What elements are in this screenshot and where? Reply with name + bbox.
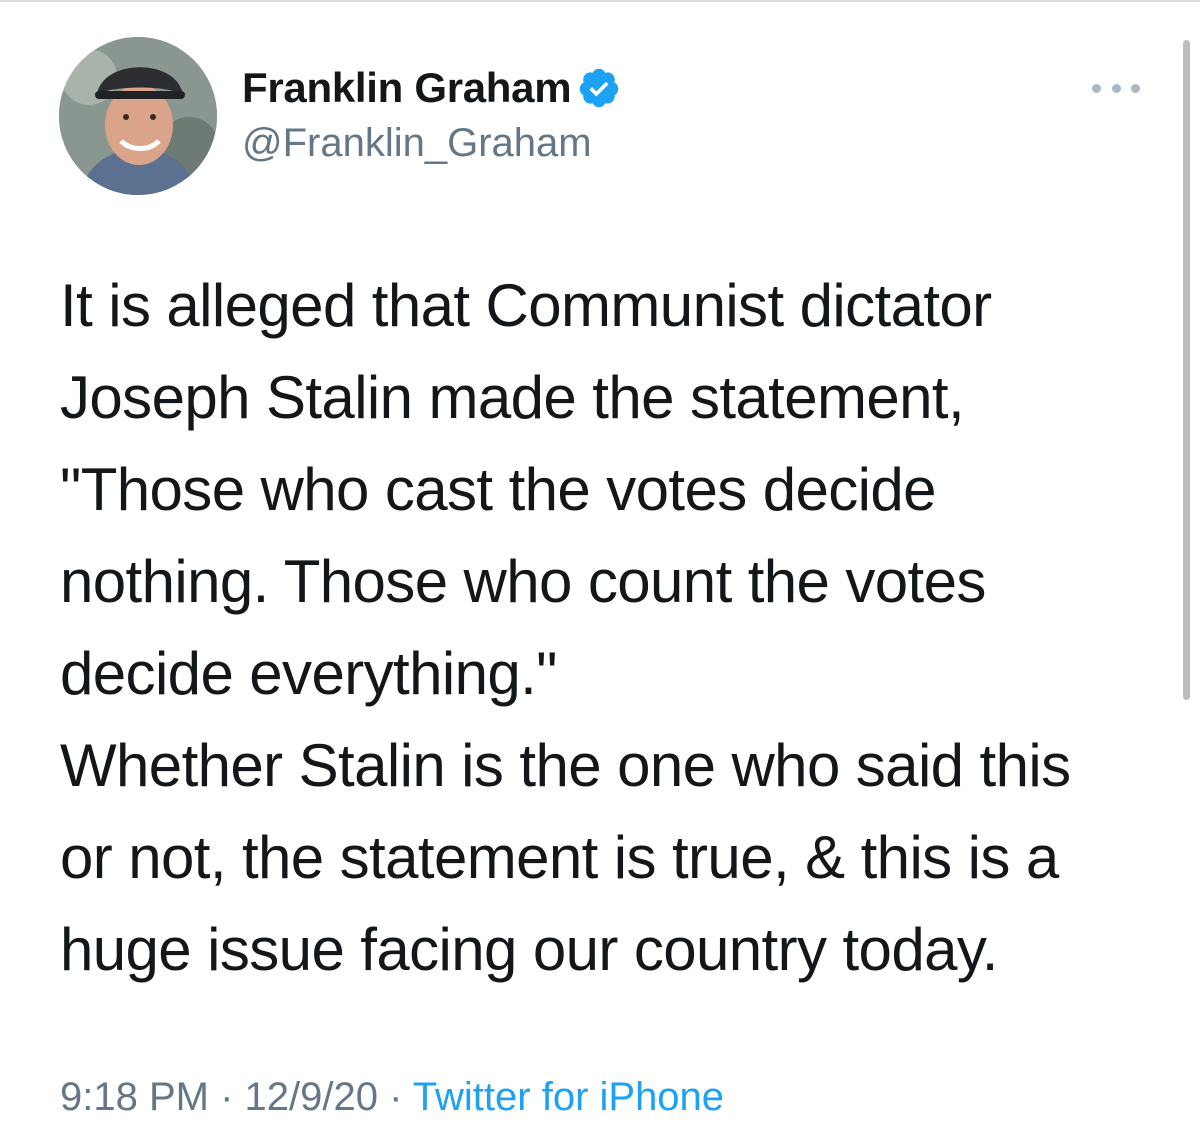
handle[interactable]: @Franklin_Graham bbox=[242, 118, 621, 168]
display-name[interactable]: Franklin Graham bbox=[242, 62, 572, 114]
tweet-source[interactable]: Twitter for iPhone bbox=[413, 1075, 724, 1119]
divider bbox=[0, 0, 1200, 2]
tweet-meta: 9:18 PM · 12/9/20 · Twitter for iPhone bbox=[60, 1072, 724, 1122]
scrollbar[interactable] bbox=[1183, 40, 1190, 700]
avatar[interactable] bbox=[59, 37, 217, 195]
profile-photo-icon bbox=[59, 37, 217, 195]
more-icon-dot bbox=[1092, 83, 1101, 93]
more-button[interactable] bbox=[1092, 76, 1140, 100]
tweet: Franklin Graham @Franklin_Graham It is a… bbox=[0, 0, 1200, 1119]
tweet-text: It is alleged that Communist dictator Jo… bbox=[60, 272, 1071, 983]
name-row: Franklin Graham bbox=[242, 62, 621, 114]
verified-badge-icon bbox=[577, 66, 621, 110]
tweet-time[interactable]: 9:18 PM · 12/9/20 · bbox=[60, 1075, 413, 1119]
author-info: Franklin Graham @Franklin_Graham bbox=[242, 62, 621, 168]
more-icon-dot bbox=[1111, 83, 1121, 93]
more-icon-dot bbox=[1131, 83, 1140, 93]
